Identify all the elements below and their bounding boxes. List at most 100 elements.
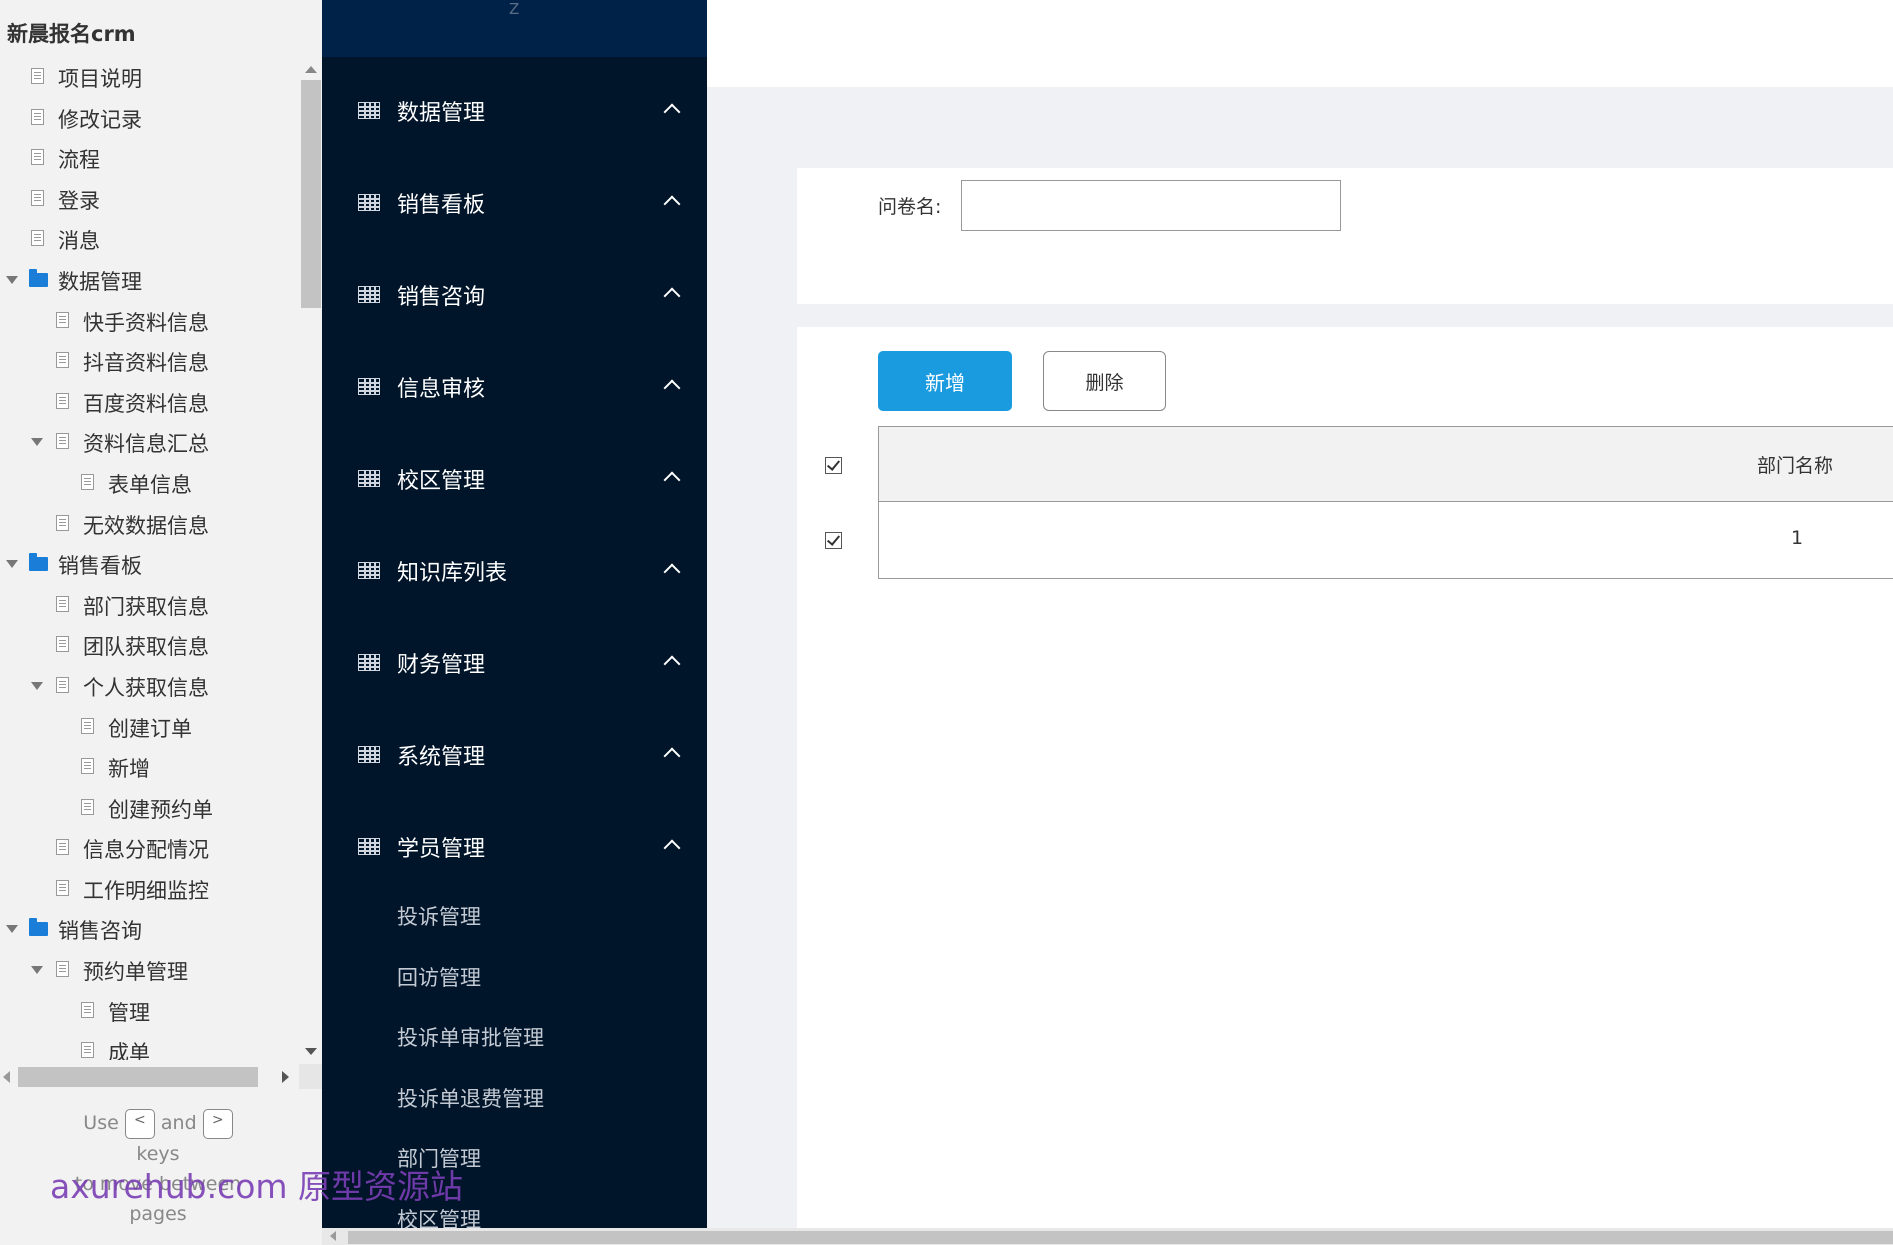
chevron-up-icon[interactable] (663, 195, 681, 213)
sitemap-horizontal-scroll-thumb[interactable] (18, 1067, 258, 1087)
nav-subitem[interactable]: 投诉管理 (397, 901, 481, 931)
sitemap-item[interactable]: 无效数据信息 (0, 503, 298, 544)
sitemap-item[interactable]: 百度资料信息 (0, 381, 298, 422)
questionnaire-name-input[interactable] (961, 180, 1341, 231)
sitemap-item[interactable]: 管理 (0, 990, 298, 1031)
sitemap-item[interactable]: 部门获取信息 (0, 584, 298, 625)
sitemap-item-label: 创建预约单 (108, 797, 213, 822)
chevron-up-icon[interactable] (663, 563, 681, 581)
sitemap-item[interactable]: 销售看板 (0, 543, 298, 584)
chevron-up-icon[interactable] (663, 839, 681, 857)
scroll-up-arrow-icon[interactable] (305, 66, 317, 73)
sitemap-item-label: 个人获取信息 (83, 675, 209, 700)
sitemap-item[interactable]: 销售咨询 (0, 908, 298, 949)
sitemap-item-label: 部门获取信息 (83, 594, 209, 619)
table-row[interactable]: 1 (879, 503, 1893, 578)
nav-group[interactable]: 数据管理 (322, 86, 707, 146)
sitemap-tree: 项目说明修改记录流程 登录消息数据管理 快手资料信息 抖音资料信息百度资料信息 资料信息… (0, 56, 298, 1060)
sitemap-item[interactable]: 数据管理 (0, 259, 298, 300)
chevron-up-icon[interactable] (663, 747, 681, 765)
app-root: 新晨报名crm 项目说明 修改记录 流程 登录 消息 数据管理 快手资料信息 抖音资料信息 百度… (0, 0, 1893, 1245)
nav-group[interactable]: 销售看板 (322, 178, 707, 238)
table-header-row: 部门名称 (879, 427, 1893, 502)
sitemap-item[interactable]: 表单信息 (0, 462, 298, 503)
expand-caret-icon[interactable] (6, 925, 18, 934)
sitemap-item-label: 资料信息汇总 (83, 432, 209, 457)
nav-group[interactable]: 信息审核 (322, 362, 707, 422)
sitemap-item[interactable]: 抖音资料信息 (0, 340, 298, 381)
sitemap-item-label: 管理 (108, 1000, 150, 1025)
nav-subitem[interactable]: 回访管理 (397, 962, 481, 992)
sitemap-item-label: 修改记录 (58, 107, 142, 132)
page-scroll-thumb[interactable] (348, 1231, 1893, 1244)
chevron-up-icon[interactable] (663, 471, 681, 489)
sitemap-item-label: 项目说明 (58, 67, 142, 91)
folder-icon (29, 268, 48, 287)
sitemap-item[interactable]: 个人获取信息 (0, 665, 298, 706)
sitemap-item[interactable]: 创建订单 (0, 706, 298, 747)
nav-group[interactable]: 销售咨询 (322, 270, 707, 330)
nav-group[interactable]: 学员管理 (322, 822, 707, 882)
sitemap-item[interactable]: 工作明细监控 (0, 868, 298, 909)
page-horizontal-scrollbar[interactable] (322, 1228, 1893, 1245)
sitemap-item[interactable]: 成单 (0, 1030, 298, 1060)
sitemap-item[interactable]: 新增 (0, 746, 298, 787)
page-icon (81, 473, 94, 490)
sitemap-item[interactable]: 流程 (0, 137, 298, 178)
nav-group[interactable]: 知识库列表 (322, 546, 707, 606)
nav-subitem[interactable]: 投诉单退费管理 (397, 1083, 544, 1113)
nav-group[interactable]: 财务管理 (322, 638, 707, 698)
table-icon (358, 102, 380, 119)
sitemap-item[interactable]: 项目说明 (0, 56, 298, 97)
expand-caret-icon[interactable] (6, 275, 18, 284)
expand-caret-icon[interactable] (31, 681, 43, 690)
scroll-down-arrow-icon[interactable] (305, 1048, 317, 1055)
page-icon (56, 392, 69, 409)
nav-group-label: 销售咨询 (397, 285, 486, 310)
nav-group-label: 销售看板 (397, 193, 486, 218)
sitemap-item[interactable]: 修改记录 (0, 97, 298, 138)
sitemap-scroll-thumb[interactable] (301, 80, 321, 308)
watermark-text: axurehub.com 原型资源站 (50, 1167, 464, 1206)
sitemap-item-label: 百度资料信息 (83, 391, 209, 416)
nav-group[interactable]: 系统管理 (322, 730, 707, 790)
data-table: 部门名称 1 (878, 426, 1893, 579)
row-checkbox[interactable] (825, 532, 842, 549)
chevron-up-icon[interactable] (663, 103, 681, 121)
page-scroll-left-arrow-icon[interactable] (330, 1231, 336, 1241)
expand-caret-icon[interactable] (31, 438, 43, 447)
scroll-right-arrow-icon[interactable] (282, 1071, 289, 1083)
delete-button[interactable]: 删除 (1043, 351, 1166, 411)
page-icon (56, 352, 69, 369)
add-button[interactable]: 新增 (878, 351, 1012, 411)
select-all-checkbox[interactable] (825, 457, 842, 474)
sitemap-item[interactable]: 预约单管理 (0, 949, 298, 990)
sitemap-item[interactable]: 快手资料信息 (0, 300, 298, 341)
page-icon (56, 879, 69, 896)
page-icon (31, 149, 44, 166)
table-cell-department-name: 1 (1791, 527, 1804, 549)
sitemap-item[interactable]: 消息 (0, 218, 298, 259)
sitemap-item-label: 消息 (58, 229, 100, 254)
page-icon (31, 189, 44, 206)
sitemap-item[interactable]: 资料信息汇总 (0, 421, 298, 462)
nav-group[interactable]: 校区管理 (322, 454, 707, 514)
chevron-up-icon[interactable] (663, 655, 681, 673)
table-icon (358, 562, 380, 579)
page-icon (81, 798, 94, 815)
sitemap-item[interactable]: 团队获取信息 (0, 624, 298, 665)
sitemap-item-label: 工作明细监控 (83, 878, 209, 903)
chevron-up-icon[interactable] (663, 379, 681, 397)
expand-caret-icon[interactable] (6, 560, 18, 569)
sitemap-item[interactable]: 创建预约单 (0, 787, 298, 828)
expand-caret-icon[interactable] (31, 966, 43, 975)
page-icon (81, 1042, 94, 1059)
navigation-menu: Z 数据管理 销售看板 销售咨询 信息审核 校区管理 知识库列表 财务管理 系统管理 学员管理投… (322, 0, 707, 1228)
chevron-up-icon[interactable] (663, 287, 681, 305)
nav-subitem[interactable]: 投诉单审批管理 (397, 1022, 544, 1052)
table-icon (358, 470, 380, 487)
sitemap-item[interactable]: 登录 (0, 178, 298, 219)
scroll-left-arrow-icon[interactable] (3, 1071, 10, 1083)
sitemap-item[interactable]: 信息分配情况 (0, 827, 298, 868)
sitemap-item-label: 信息分配情况 (83, 838, 209, 863)
